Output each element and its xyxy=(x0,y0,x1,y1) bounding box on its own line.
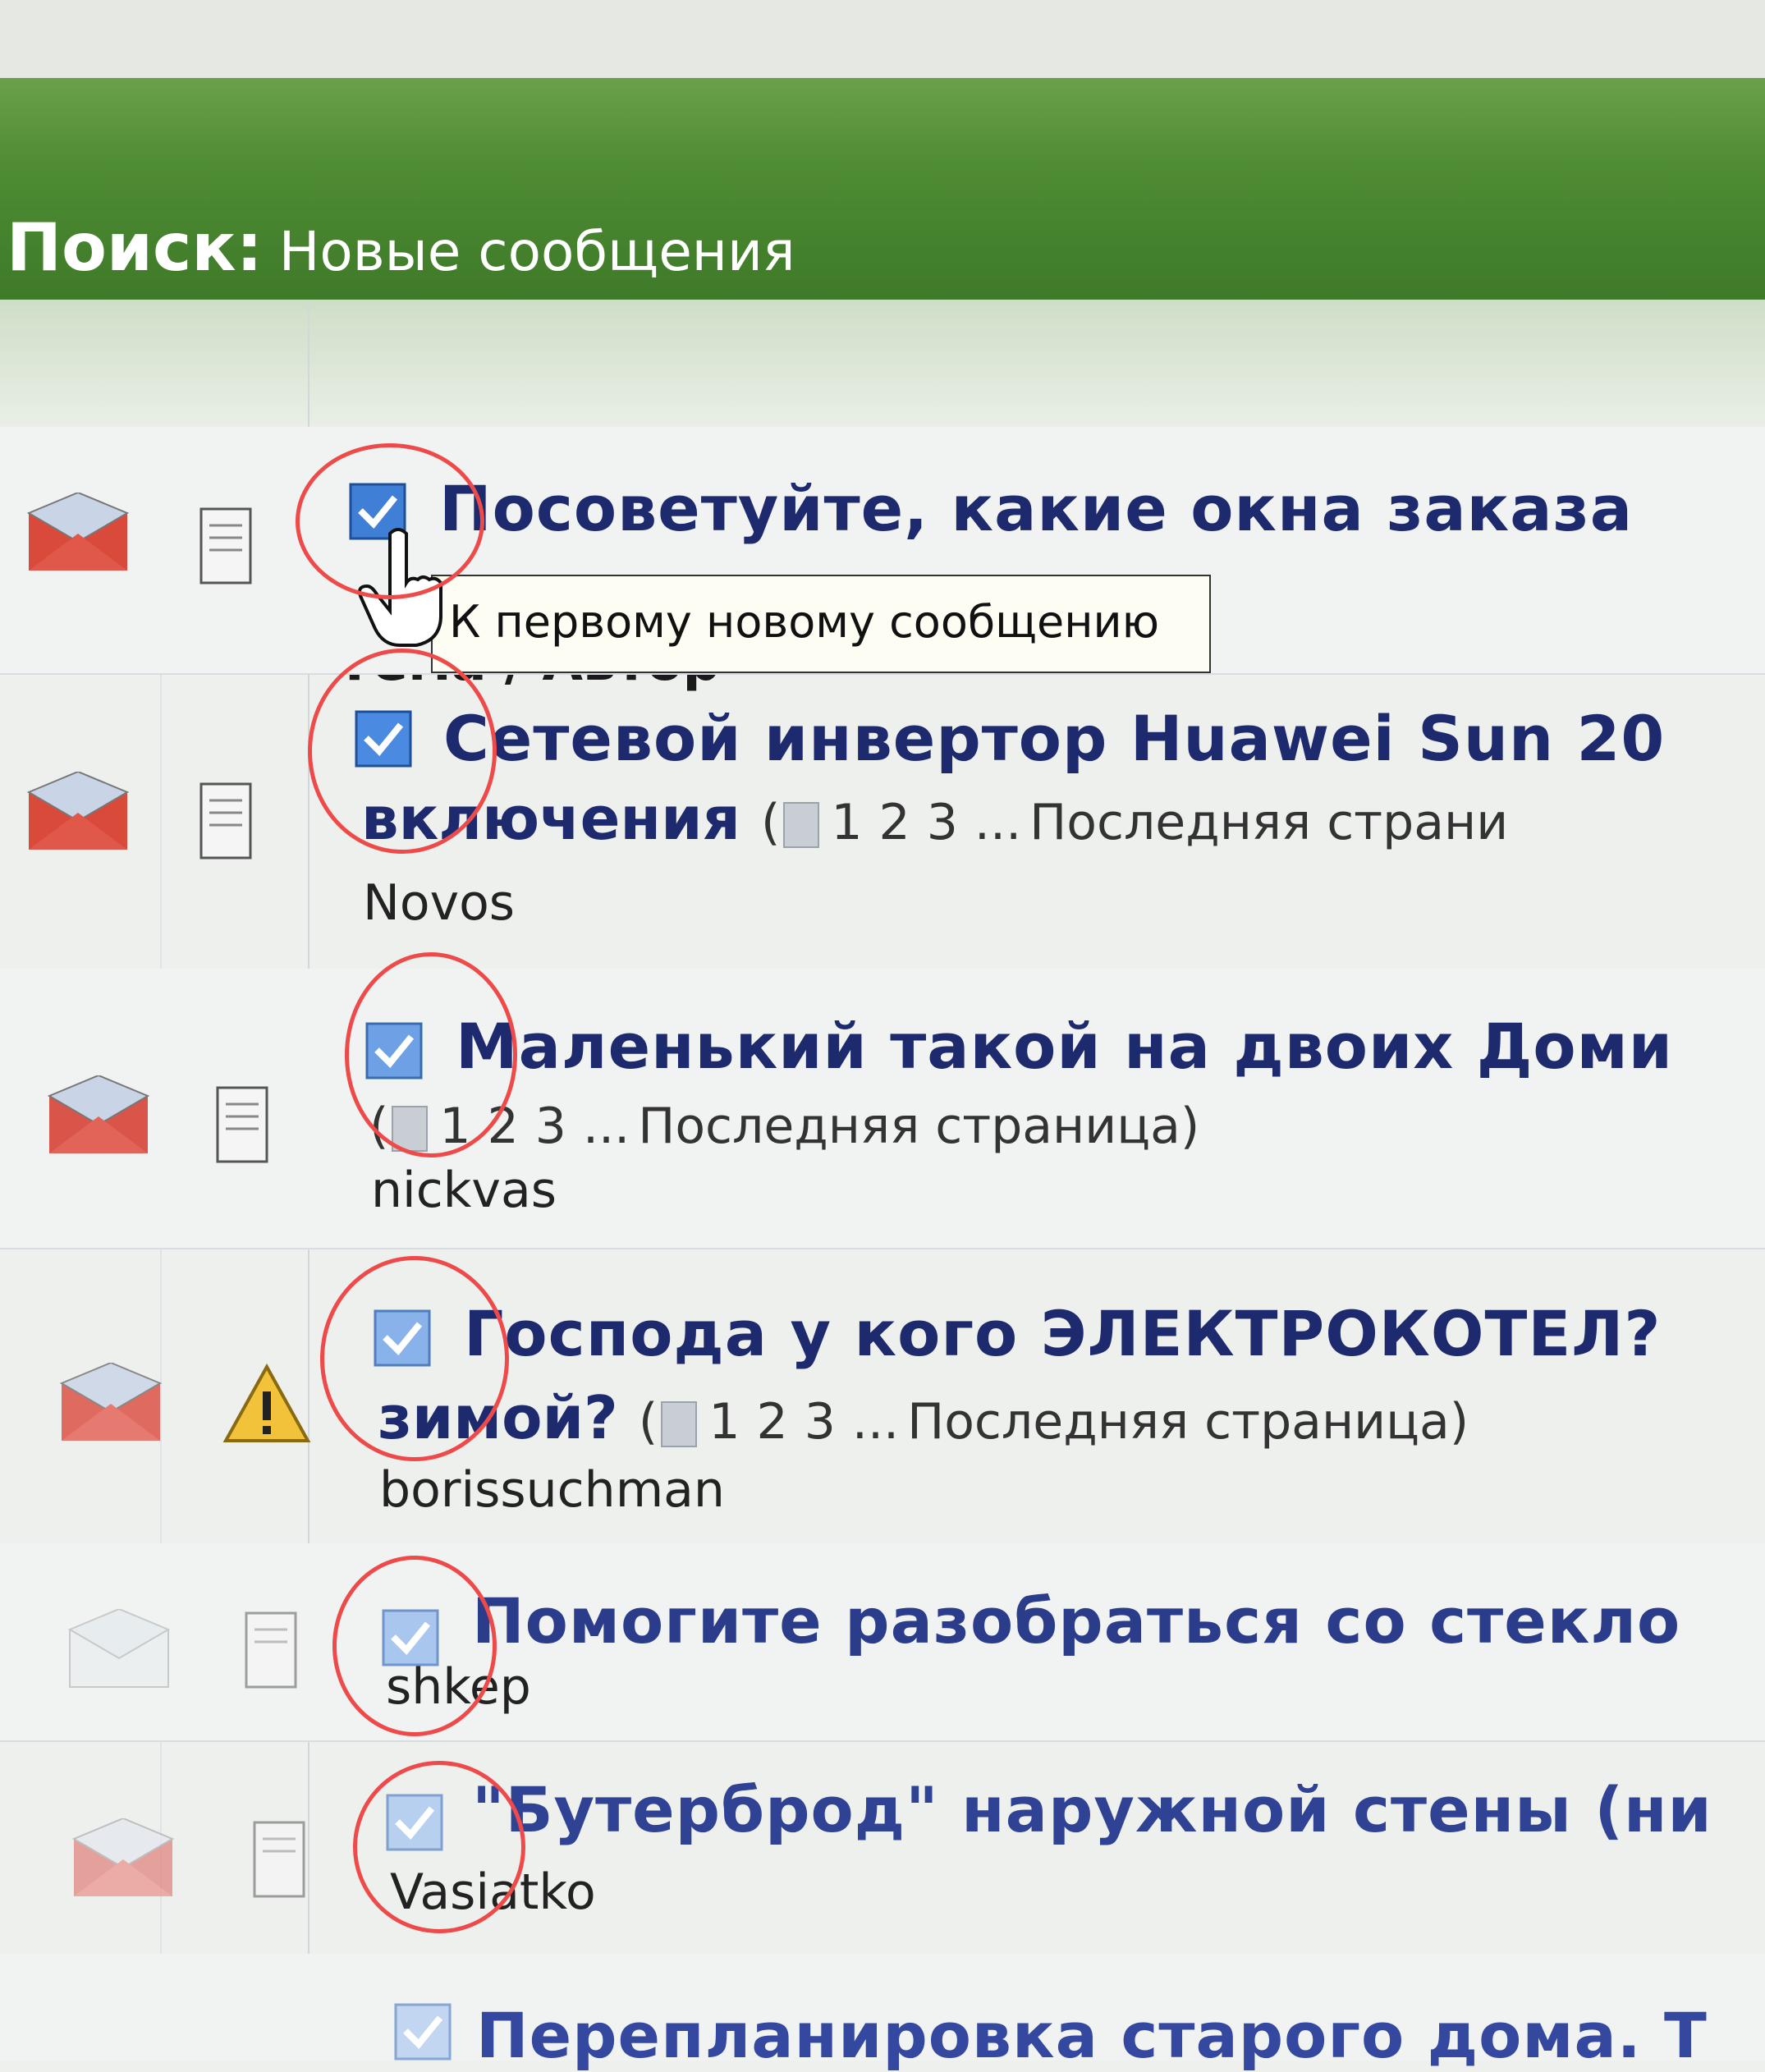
read-post-envelope-icon xyxy=(66,1607,172,1691)
page-ellipsis: ... xyxy=(582,1098,630,1155)
topic-document-icon xyxy=(242,1818,316,1900)
topic-pagination: (1 2 3... Последняя страница) xyxy=(638,1393,1469,1451)
topic-author-link[interactable]: Novos xyxy=(363,874,515,932)
annotation-circle xyxy=(345,952,517,1157)
first-new-post-icon[interactable] xyxy=(394,2003,452,2061)
topic-author-link[interactable]: borissuchman xyxy=(379,1461,725,1519)
page-link-1[interactable]: 1 xyxy=(708,1393,740,1451)
header-label: Поиск: xyxy=(7,209,263,286)
warning-icon xyxy=(222,1363,312,1445)
topic-title-link[interactable]: Господа у кого ЭЛЕКТРОКОТЕЛ? xyxy=(464,1297,1662,1370)
new-post-envelope-icon xyxy=(45,1074,152,1157)
page-link-1[interactable]: 1 xyxy=(831,794,862,851)
topic-author-link[interactable]: nickvas xyxy=(371,1162,557,1219)
topic-title-line2[interactable]: зимой? (1 2 3... Последняя страница) xyxy=(378,1383,1469,1452)
pages-icon xyxy=(661,1401,698,1448)
table-row: Сетевой инвертор Huawei Sun 20 включения… xyxy=(0,673,1765,970)
annotation-circle xyxy=(296,443,484,599)
last-page-link[interactable]: Последняя страни xyxy=(1029,794,1508,851)
search-header: Поиск: Новые сообщения xyxy=(0,78,1765,300)
new-post-envelope-icon xyxy=(25,491,131,575)
page-link-3[interactable]: 3 xyxy=(535,1098,566,1155)
new-post-envelope-icon xyxy=(25,770,131,854)
annotation-circle xyxy=(332,1556,497,1736)
column-header: Тема / Автор xyxy=(0,300,1765,693)
page-link-3[interactable]: 3 xyxy=(805,1393,836,1451)
topic-document-icon xyxy=(189,505,263,587)
topic-title-link[interactable]: Сетевой инвертор Huawei Sun 20 xyxy=(443,702,1665,775)
topic-title-link[interactable]: Помогите разобраться со стекло xyxy=(472,1584,1680,1657)
page-link-3[interactable]: 3 xyxy=(927,794,958,851)
topic-title-link[interactable]: Посоветуйте, какие окна заказа xyxy=(439,472,1633,545)
topic-pagination: (1 2 3... Последняя страни xyxy=(760,794,1509,851)
topic-title-link[interactable]: Перепланировка старого дома. Т xyxy=(476,1999,1708,2072)
topic-document-icon xyxy=(205,1084,279,1166)
topic-title-link[interactable]: Маленький такой на двоих Доми xyxy=(456,1010,1673,1083)
last-page-link[interactable]: Последняя страница xyxy=(638,1098,1180,1155)
page-link-2[interactable]: 2 xyxy=(879,794,910,851)
table-row: Помогите разобраться со стекло shkep xyxy=(0,1543,1765,1742)
page-ellipsis: ... xyxy=(851,1393,900,1451)
annotation-circle xyxy=(320,1256,509,1461)
topic-document-icon xyxy=(189,780,263,862)
table-row: Маленький такой на двоих Доми (1 2 3... Пос… xyxy=(0,969,1765,1249)
topic-document-icon xyxy=(234,1609,308,1691)
header-text: Поиск: Новые сообщения xyxy=(7,209,795,286)
table-row: "Бутерброд" наружной стены (ни Vasiatko xyxy=(0,1740,1765,1955)
table-row: Господа у кого ЭЛЕКТРОКОТЕЛ? зимой? (1 2 3… xyxy=(0,1248,1765,1545)
table-row: Перепланировка старого дома. Т xyxy=(0,1954,1765,2072)
topic-title-link[interactable]: "Бутерброд" наружной стены (ни xyxy=(472,1773,1712,1846)
page-ellipsis: ... xyxy=(974,794,1022,851)
header-query: Новые сообщения xyxy=(278,220,795,283)
new-post-envelope-icon xyxy=(70,1817,176,1900)
topic-title-line2[interactable]: включения (1 2 3... Последняя страни xyxy=(361,784,1508,853)
page-link-2[interactable]: 2 xyxy=(757,1393,788,1451)
annotation-circle xyxy=(353,1761,525,1933)
new-post-envelope-icon xyxy=(57,1361,164,1445)
last-page-link[interactable]: Последняя страница xyxy=(907,1393,1450,1451)
pages-icon xyxy=(783,802,820,849)
top-strip xyxy=(0,0,1765,78)
tooltip: К первому новому сообщению xyxy=(431,575,1211,673)
annotation-circle xyxy=(308,649,497,854)
